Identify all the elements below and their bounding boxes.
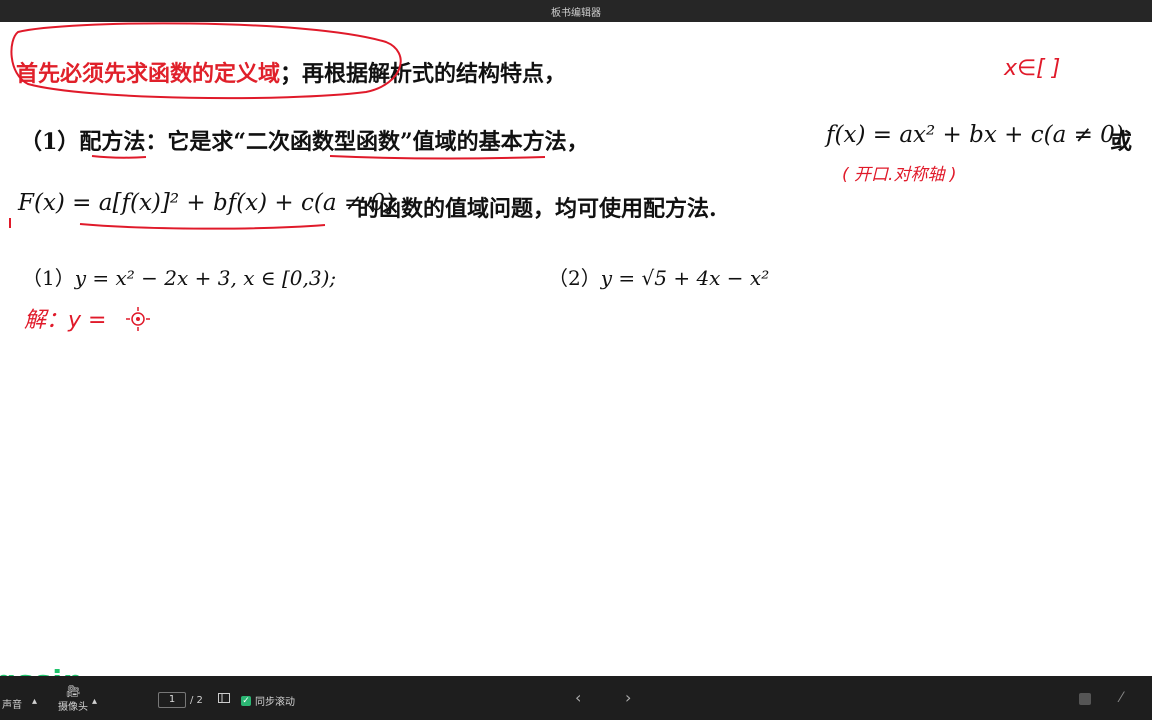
- slash-icon[interactable]: ⁄: [1120, 690, 1122, 706]
- next-page-button[interactable]: ›: [625, 688, 631, 707]
- whiteboard-canvas[interactable]: 首先必须先求函数的定义域；再根据解析式的结构特点， x∈[ ] （1）配方法：它…: [0, 22, 1152, 676]
- handwritten-domain-note: x∈[ ]: [1004, 56, 1061, 81]
- pen-cursor-icon: [126, 307, 150, 331]
- line3-rest: 的函数的值域问题，均可使用配方法.: [357, 196, 717, 222]
- sound-dropdown-icon[interactable]: ▴: [32, 696, 37, 707]
- example-2-label: （2）: [548, 266, 601, 290]
- camera-dropdown-icon[interactable]: ▴: [92, 696, 97, 707]
- page-navigator: 1 / 2: [158, 692, 203, 708]
- sync-scroll-checkbox[interactable]: ✓ 同步滚动: [241, 693, 295, 708]
- example-2-formula: y = √5 + 4x − x²: [600, 266, 770, 290]
- composite-formula: F(x) = a[f(x)]² + bf(x) + c(a ≠ 0): [18, 190, 395, 216]
- example-1-formula: y = x² − 2x + 3, x ∈ [0,3);: [74, 266, 337, 290]
- example-2: （2）y = √5 + 4x − x²: [548, 262, 769, 291]
- example-1: （1）y = x² − 2x + 3, x ∈ [0,3);: [22, 262, 336, 291]
- camera-label: 摄像头: [58, 702, 88, 713]
- example-1-label: （1）: [22, 266, 75, 290]
- thumbnail-toggle-icon[interactable]: [218, 693, 230, 703]
- handwritten-axis-note: ( 开口.对称轴 ): [842, 165, 957, 185]
- camera-icon: 🎥︎: [65, 684, 81, 698]
- quadratic-formula: f(x) = ax² + bx + c(a ≠ 0): [826, 122, 1124, 148]
- bottom-toolbar: 声音 ▴ 🎥︎ 摄像头 ▴ 1 / 2 ✓ 同步滚动 ‹ › ⁄: [0, 676, 1152, 720]
- window-mode-icon[interactable]: [1078, 692, 1092, 706]
- window-title: 板书编辑器: [551, 7, 601, 19]
- red-underlines-line2: [91, 155, 546, 160]
- page-total: / 2: [190, 694, 203, 706]
- checkmark-icon: ✓: [241, 695, 251, 706]
- sound-button[interactable]: 声音: [2, 696, 22, 711]
- window-titlebar: 板书编辑器: [0, 0, 1152, 22]
- red-underline-line3: [9, 218, 326, 230]
- handwritten-solution: 解：y =: [24, 308, 107, 333]
- prev-page-button[interactable]: ‹: [575, 688, 581, 707]
- camera-button[interactable]: 🎥︎ 摄像头: [58, 684, 88, 713]
- sound-label: 声音: [2, 700, 22, 711]
- sync-scroll-label: 同步滚动: [255, 697, 295, 708]
- red-circle-annotation: [10, 22, 402, 100]
- page-number-input[interactable]: 1: [158, 692, 186, 708]
